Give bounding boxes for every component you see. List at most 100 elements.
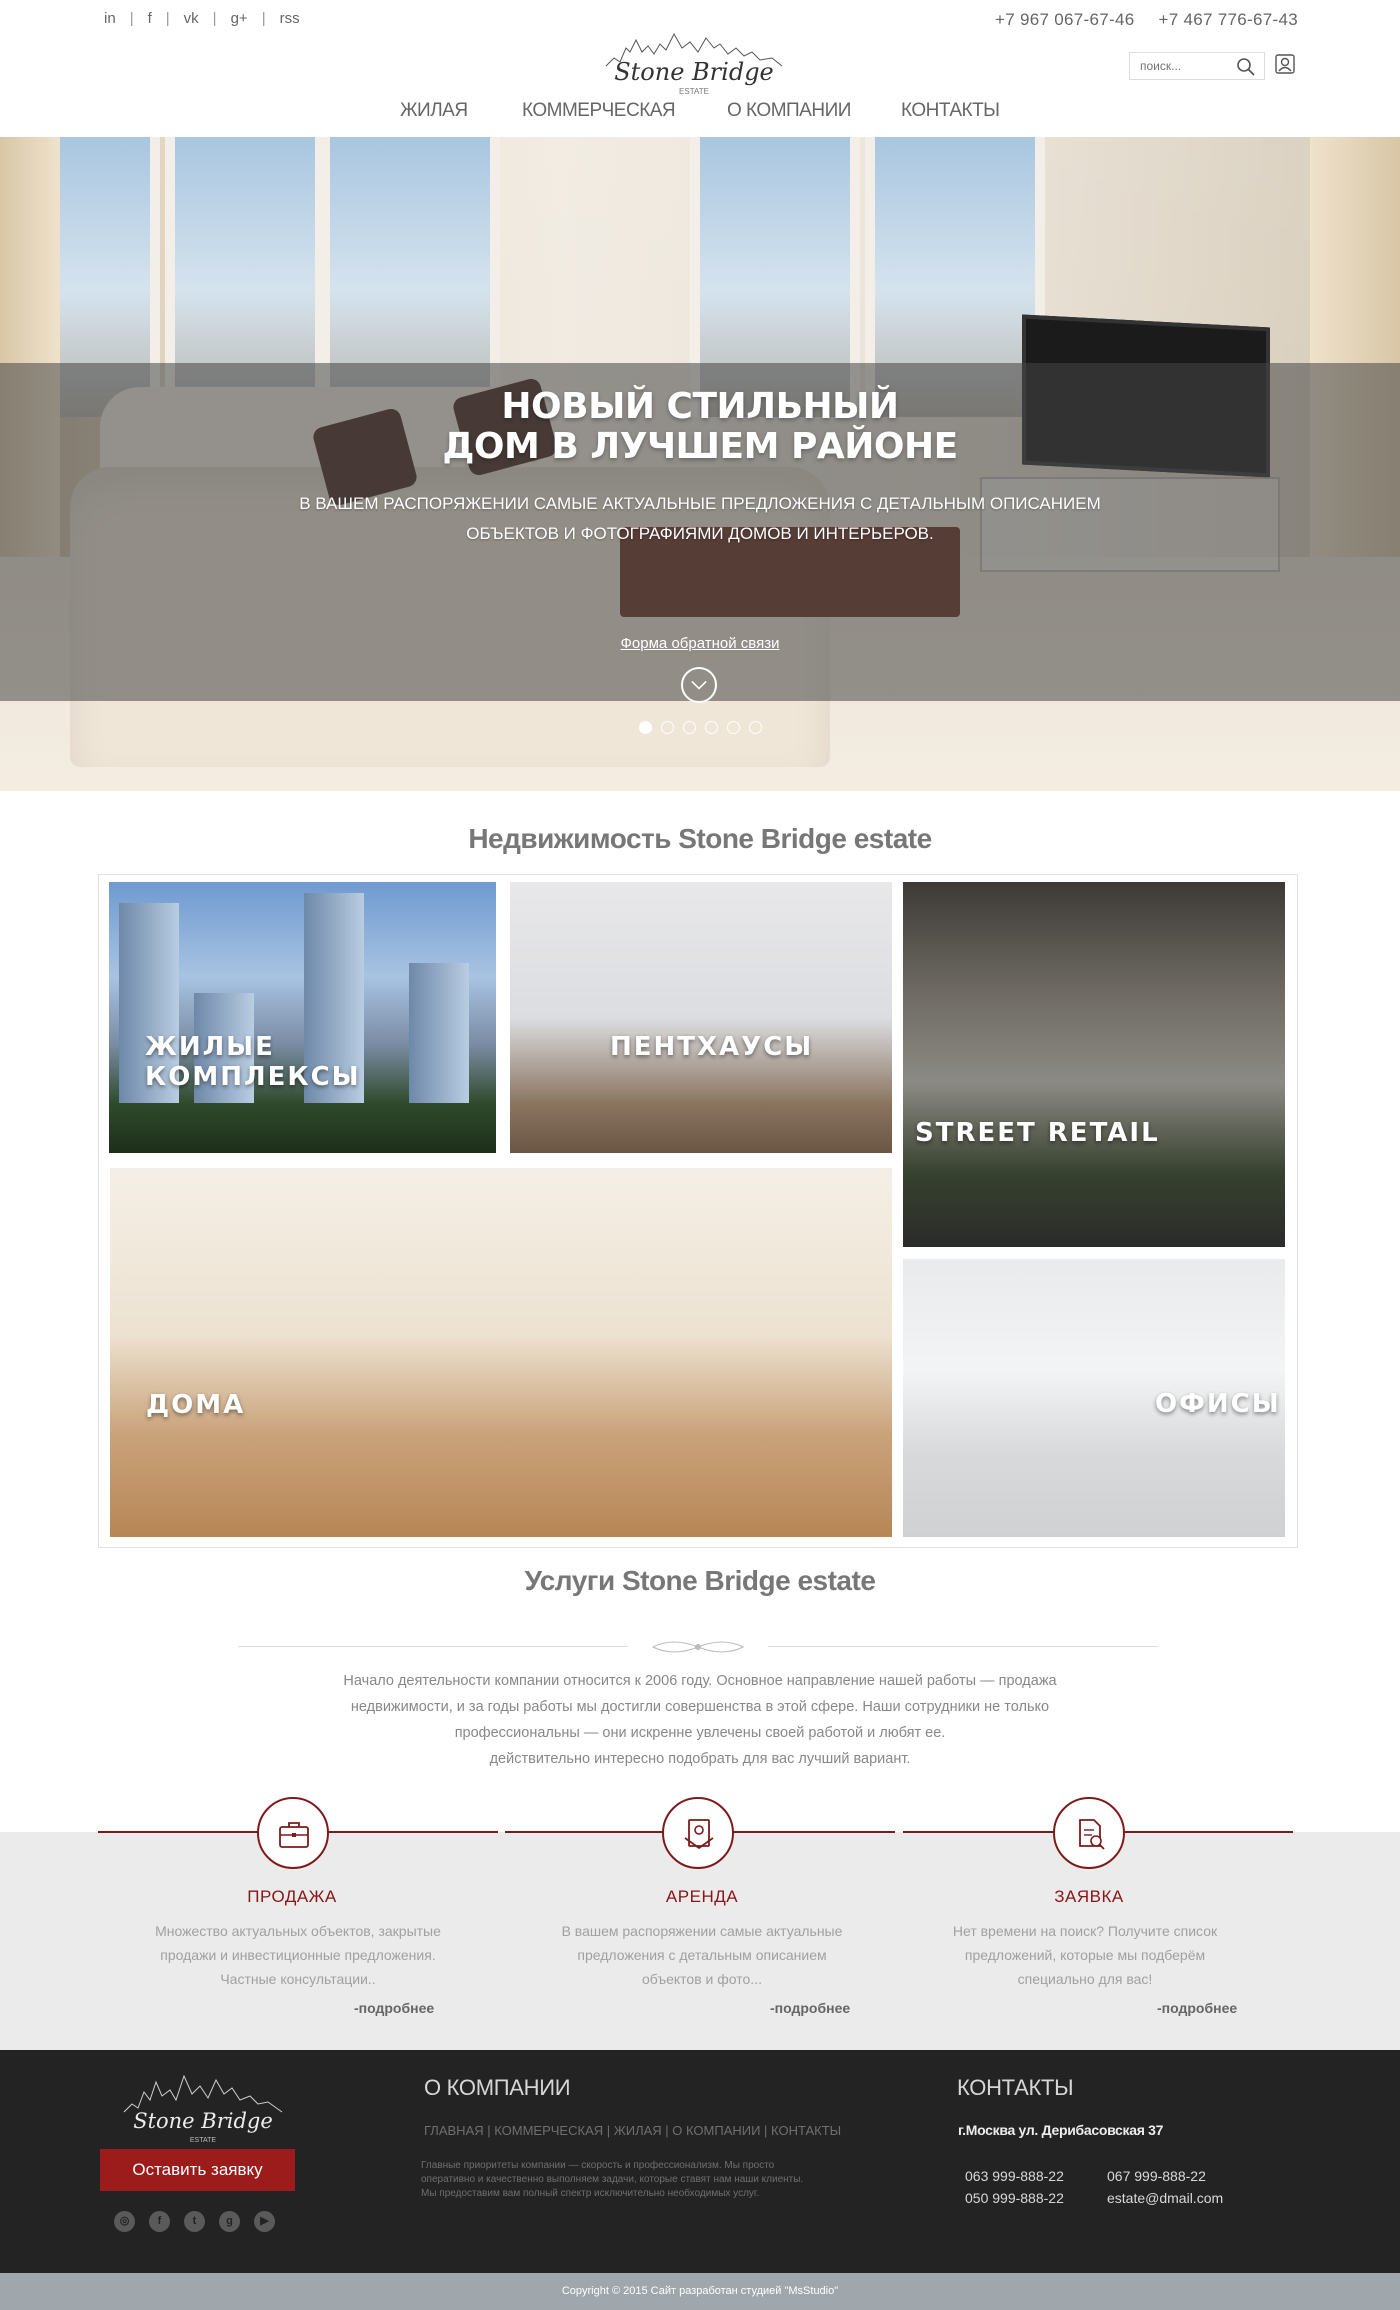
leave-request-button[interactable]: Оставить заявку xyxy=(100,2149,295,2191)
footer-logo-text: Stone Bridge xyxy=(133,2109,273,2133)
tile-label: ПЕНТХАУСЫ xyxy=(610,1032,814,1062)
more-link[interactable]: -подробнее xyxy=(770,2000,850,2016)
footer-text-line: Мы предоставим вам полный спектр исключи… xyxy=(421,2188,760,2199)
tile-residential-complexes[interactable]: ЖИЛЫЕ КОМПЛЕКСЫ xyxy=(109,882,496,1153)
hero-slider: НОВЫЙ СТИЛЬНЫЙ ДОМ В ЛУЧШЕМ РАЙОНЕ В ВАШ… xyxy=(0,137,1400,791)
service-icon-circle[interactable] xyxy=(257,1797,329,1869)
footer-phone[interactable]: 050 999-888-22 xyxy=(965,2187,1107,2209)
site-logo[interactable]: Stone Bridge ESTATE xyxy=(586,18,802,98)
nav-residential[interactable]: ЖИЛАЯ xyxy=(400,100,468,122)
service-text: специально для вас! xyxy=(1017,1971,1153,1987)
service-text: В вашем распоряжении самые актуальные xyxy=(561,1923,843,1939)
phone-2[interactable]: +7 467 776-67-43 xyxy=(1159,10,1299,30)
site-footer: Stone Bridge ESTATE Оставить заявку ◎ f … xyxy=(0,2050,1400,2273)
youtube-icon[interactable]: ▶ xyxy=(254,2211,275,2232)
service-description: Нет времени на поиск? Получите список пр… xyxy=(905,1919,1265,1991)
facebook-link[interactable]: f xyxy=(142,10,158,27)
tile-houses[interactable]: ДОМА xyxy=(110,1168,892,1537)
social-links-top: in | f | vk | g+ | rss xyxy=(98,10,306,27)
footer-contacts: 063 999-888-22 067 999-888-22 050 999-88… xyxy=(965,2165,1223,2209)
footer-nav[interactable]: ГЛАВНАЯ | КОММЕРЧЕСКАЯ | ЖИЛАЯ | О КОМПА… xyxy=(424,2123,841,2138)
slider-dot[interactable] xyxy=(705,721,718,734)
tile-penthouses[interactable]: ПЕНТХАУСЫ xyxy=(510,882,892,1153)
tile-offices[interactable]: ОФИСЫ xyxy=(903,1259,1285,1537)
slider-dot[interactable] xyxy=(749,721,762,734)
search-icon[interactable] xyxy=(1236,57,1256,77)
footer-logo-subtext: ESTATE xyxy=(190,2137,217,2144)
facebook-icon[interactable]: f xyxy=(149,2211,170,2232)
footer-about-text: Главные приоритеты компании — скорость и… xyxy=(421,2159,821,2201)
briefcase-icon xyxy=(279,1822,309,1848)
logo-subtext: ESTATE xyxy=(679,87,709,96)
realty-section-title: Недвижимость Stone Bridge estate xyxy=(468,823,932,854)
site-header: in | f | vk | g+ | rss Stone Bridge ESTA… xyxy=(0,0,1400,137)
intro-line: Начало деятельности компании относится к… xyxy=(343,1673,1057,1689)
slider-dot[interactable] xyxy=(639,721,652,734)
footer-phone[interactable]: 063 999-888-22 xyxy=(965,2165,1107,2187)
service-title: АРЕНДА xyxy=(665,1887,739,1906)
footer-about-title: О КОМПАНИИ xyxy=(424,2075,571,2100)
contract-icon xyxy=(684,1819,714,1850)
footer-address: г.Москва ул. Дерибасовская 37 xyxy=(958,2122,1164,2138)
service-description: Множество актуальных объектов, закрытые … xyxy=(118,1919,478,1991)
section-ornament xyxy=(238,1637,1158,1657)
intro-line: профессиональны — они искренне увлечены … xyxy=(454,1725,946,1741)
more-link[interactable]: -подробнее xyxy=(354,2000,434,2016)
twitter-icon[interactable]: t xyxy=(184,2211,205,2232)
ornament-line xyxy=(768,1646,1158,1647)
slider-dot[interactable] xyxy=(683,721,696,734)
skyline-icon xyxy=(123,2074,283,2113)
user-cabinet-icon[interactable] xyxy=(1274,53,1296,75)
service-text: продажи и инвестиционные предложения. xyxy=(160,1947,436,1963)
hero-subtitle: В ВАШЕМ РАСПОРЯЖЕНИИ САМЫЕ АКТУАЛЬНЫЕ ПР… xyxy=(0,489,1400,549)
hero-title: НОВЫЙ СТИЛЬНЫЙ ДОМ В ЛУЧШЕМ РАЙОНЕ xyxy=(0,387,1400,467)
hero-subtitle-line-2: ОБЪЕКТОВ И ФОТОГРАФИЯМИ ДОМОВ И ИНТЕРЬЕР… xyxy=(466,524,934,543)
contacts-row: 063 999-888-22 067 999-888-22 xyxy=(965,2165,1223,2187)
tile-street-retail[interactable]: STREET RETAIL xyxy=(903,882,1285,1247)
footer-email[interactable]: estate@dmail.com xyxy=(1107,2187,1223,2209)
services-intro: Начало деятельности компании относится к… xyxy=(0,1668,1400,1772)
divider: | xyxy=(261,10,266,27)
service-text: Нет времени на поиск? Получите список xyxy=(952,1923,1218,1939)
footer-text-line: Главные приоритеты компании — скорость и… xyxy=(421,2160,775,2171)
service-text: объектов и фото... xyxy=(642,1971,762,1987)
search-input[interactable] xyxy=(1130,53,1230,79)
service-text: Множество актуальных объектов, закрытые xyxy=(155,1923,441,1939)
phone-1[interactable]: +7 967 067-67-46 xyxy=(995,10,1135,30)
nav-about[interactable]: О КОМПАНИИ xyxy=(727,100,851,122)
contacts-row: 050 999-888-22 estate@dmail.com xyxy=(965,2187,1223,2209)
search-box xyxy=(1129,52,1265,80)
slider-dot[interactable] xyxy=(661,721,674,734)
linkedin-link[interactable]: in xyxy=(98,10,122,27)
intro-line: действительно интересно подобрать для ва… xyxy=(489,1751,911,1767)
tile-label: ДОМА xyxy=(146,1390,246,1420)
divider: | xyxy=(165,10,170,27)
footer-phone[interactable]: 067 999-888-22 xyxy=(1107,2165,1206,2187)
divider: | xyxy=(212,10,217,27)
more-link[interactable]: -подробнее xyxy=(1157,2000,1237,2016)
nav-commercial[interactable]: КОММЕРЧЕСКАЯ xyxy=(522,100,676,122)
footer-text-line: оперативно и качественно выполняем задач… xyxy=(421,2174,804,2185)
header-phones: +7 967 067-67-46 +7 467 776-67-43 xyxy=(995,10,1298,30)
google-icon[interactable]: g xyxy=(219,2211,240,2232)
ornament-icon xyxy=(651,1641,745,1653)
hero-title-line-2: ДОМ В ЛУЧШЕМ РАЙОНЕ xyxy=(442,426,958,467)
slider-dot[interactable] xyxy=(727,721,740,734)
vk-link[interactable]: vk xyxy=(178,10,205,27)
instagram-icon[interactable]: ◎ xyxy=(114,2211,135,2232)
hero-subtitle-line-1: В ВАШЕМ РАСПОРЯЖЕНИИ САМЫЕ АКТУАЛЬНЫЕ ПР… xyxy=(299,494,1101,513)
nav-contacts[interactable]: КОНТАКТЫ xyxy=(901,100,1000,122)
feedback-form-link[interactable]: Форма обратной связи xyxy=(0,635,1400,652)
service-icon-circle[interactable] xyxy=(662,1797,734,1869)
services-section-title: Услуги Stone Bridge estate xyxy=(524,1565,876,1596)
service-text: Частные консультации.. xyxy=(220,1971,376,1987)
rss-link[interactable]: rss xyxy=(274,10,306,27)
service-description: В вашем распоряжении самые актуальные пр… xyxy=(522,1919,882,1991)
intro-line: недвижимости, и за годы работы мы достиг… xyxy=(350,1699,1050,1715)
tile-label: STREET RETAIL xyxy=(915,1118,1160,1148)
google-plus-link[interactable]: g+ xyxy=(225,10,254,27)
document-search-icon xyxy=(1079,1819,1105,1850)
service-icon-circle[interactable] xyxy=(1053,1797,1125,1869)
footer-logo[interactable]: Stone Bridge ESTATE xyxy=(118,2056,288,2146)
scroll-down-icon[interactable] xyxy=(681,667,717,703)
